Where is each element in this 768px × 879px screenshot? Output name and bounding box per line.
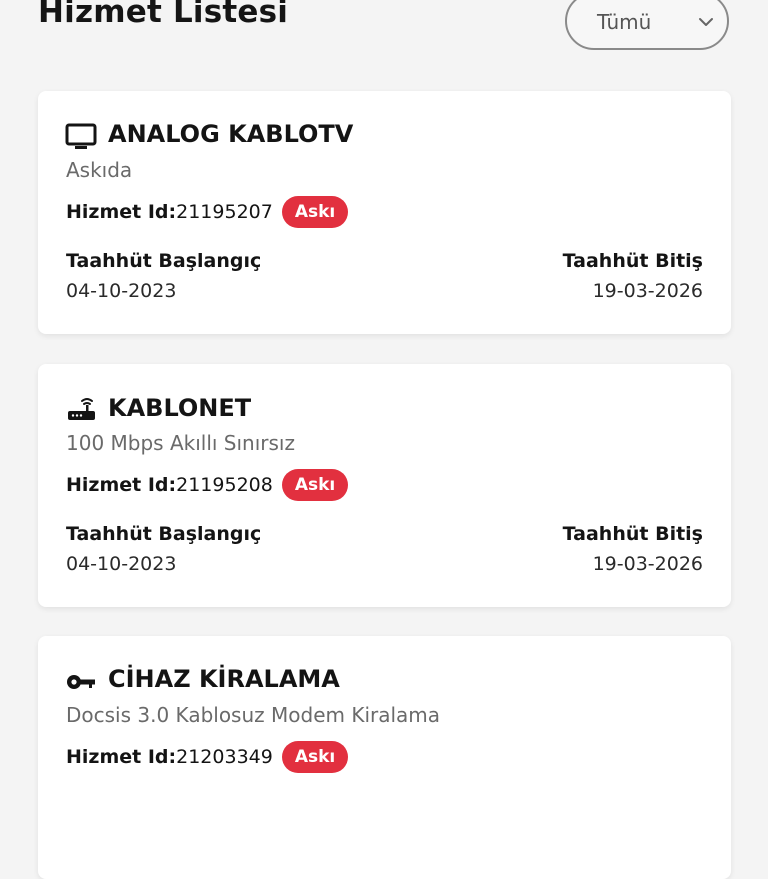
commit-start-label: Taahhüt Başlangıç xyxy=(66,250,262,272)
service-id-value: 21203349 xyxy=(176,746,273,768)
commit-start-value: 04-10-2023 xyxy=(66,280,177,302)
filter-dropdown[interactable]: Tümü xyxy=(565,0,729,50)
service-id-label: Hizmet Id: xyxy=(66,474,177,496)
commit-start-label: Taahhüt Başlangıç xyxy=(66,523,262,545)
service-id-row: Hizmet Id: 21203349 Askı xyxy=(66,741,349,773)
filter-selected-value: Tümü xyxy=(597,10,652,34)
status-badge: Askı xyxy=(281,741,349,773)
commit-end-value: 19-03-2026 xyxy=(592,280,703,302)
commit-end-label: Taahhüt Bitiş xyxy=(562,523,703,545)
header: Hizmet Listesi Tümü xyxy=(0,0,768,60)
service-title: ANALOG KABLOTV xyxy=(108,120,354,148)
service-id-row: Hizmet Id: 21195207 Askı xyxy=(66,196,349,228)
service-id-label: Hizmet Id: xyxy=(66,746,177,768)
commit-end-label: Taahhüt Bitiş xyxy=(562,250,703,272)
service-title: CİHAZ KİRALAMA xyxy=(108,665,340,693)
status-badge: Askı xyxy=(281,196,349,228)
key-icon xyxy=(67,675,95,689)
service-id-row: Hizmet Id: 21195208 Askı xyxy=(66,469,349,501)
router-icon xyxy=(68,398,95,420)
chevron-down-icon xyxy=(699,18,713,26)
service-subtitle: Docsis 3.0 Kablosuz Modem Kiralama xyxy=(66,703,441,727)
service-id-value: 21195207 xyxy=(176,201,273,223)
commit-start-value: 04-10-2023 xyxy=(66,553,177,575)
service-id-value: 21195208 xyxy=(176,474,273,496)
service-card-analog-kablotv[interactable]: ANALOG KABLOTV Askıda Hizmet Id: 2119520… xyxy=(38,91,731,334)
service-title: KABLONET xyxy=(108,394,252,422)
service-card-kablonet[interactable]: KABLONET 100 Mbps Akıllı Sınırsız Hizmet… xyxy=(38,364,731,607)
service-card-cihaz-kiralama[interactable]: CİHAZ KİRALAMA Docsis 3.0 Kablosuz Modem… xyxy=(38,636,731,879)
page-title: Hizmet Listesi xyxy=(38,0,289,30)
status-badge: Askı xyxy=(281,469,349,501)
tv-icon xyxy=(65,123,97,149)
service-subtitle: 100 Mbps Akıllı Sınırsız xyxy=(66,431,295,455)
commit-end-value: 19-03-2026 xyxy=(592,553,703,575)
service-id-label: Hizmet Id: xyxy=(66,201,177,223)
service-subtitle: Askıda xyxy=(66,158,133,182)
